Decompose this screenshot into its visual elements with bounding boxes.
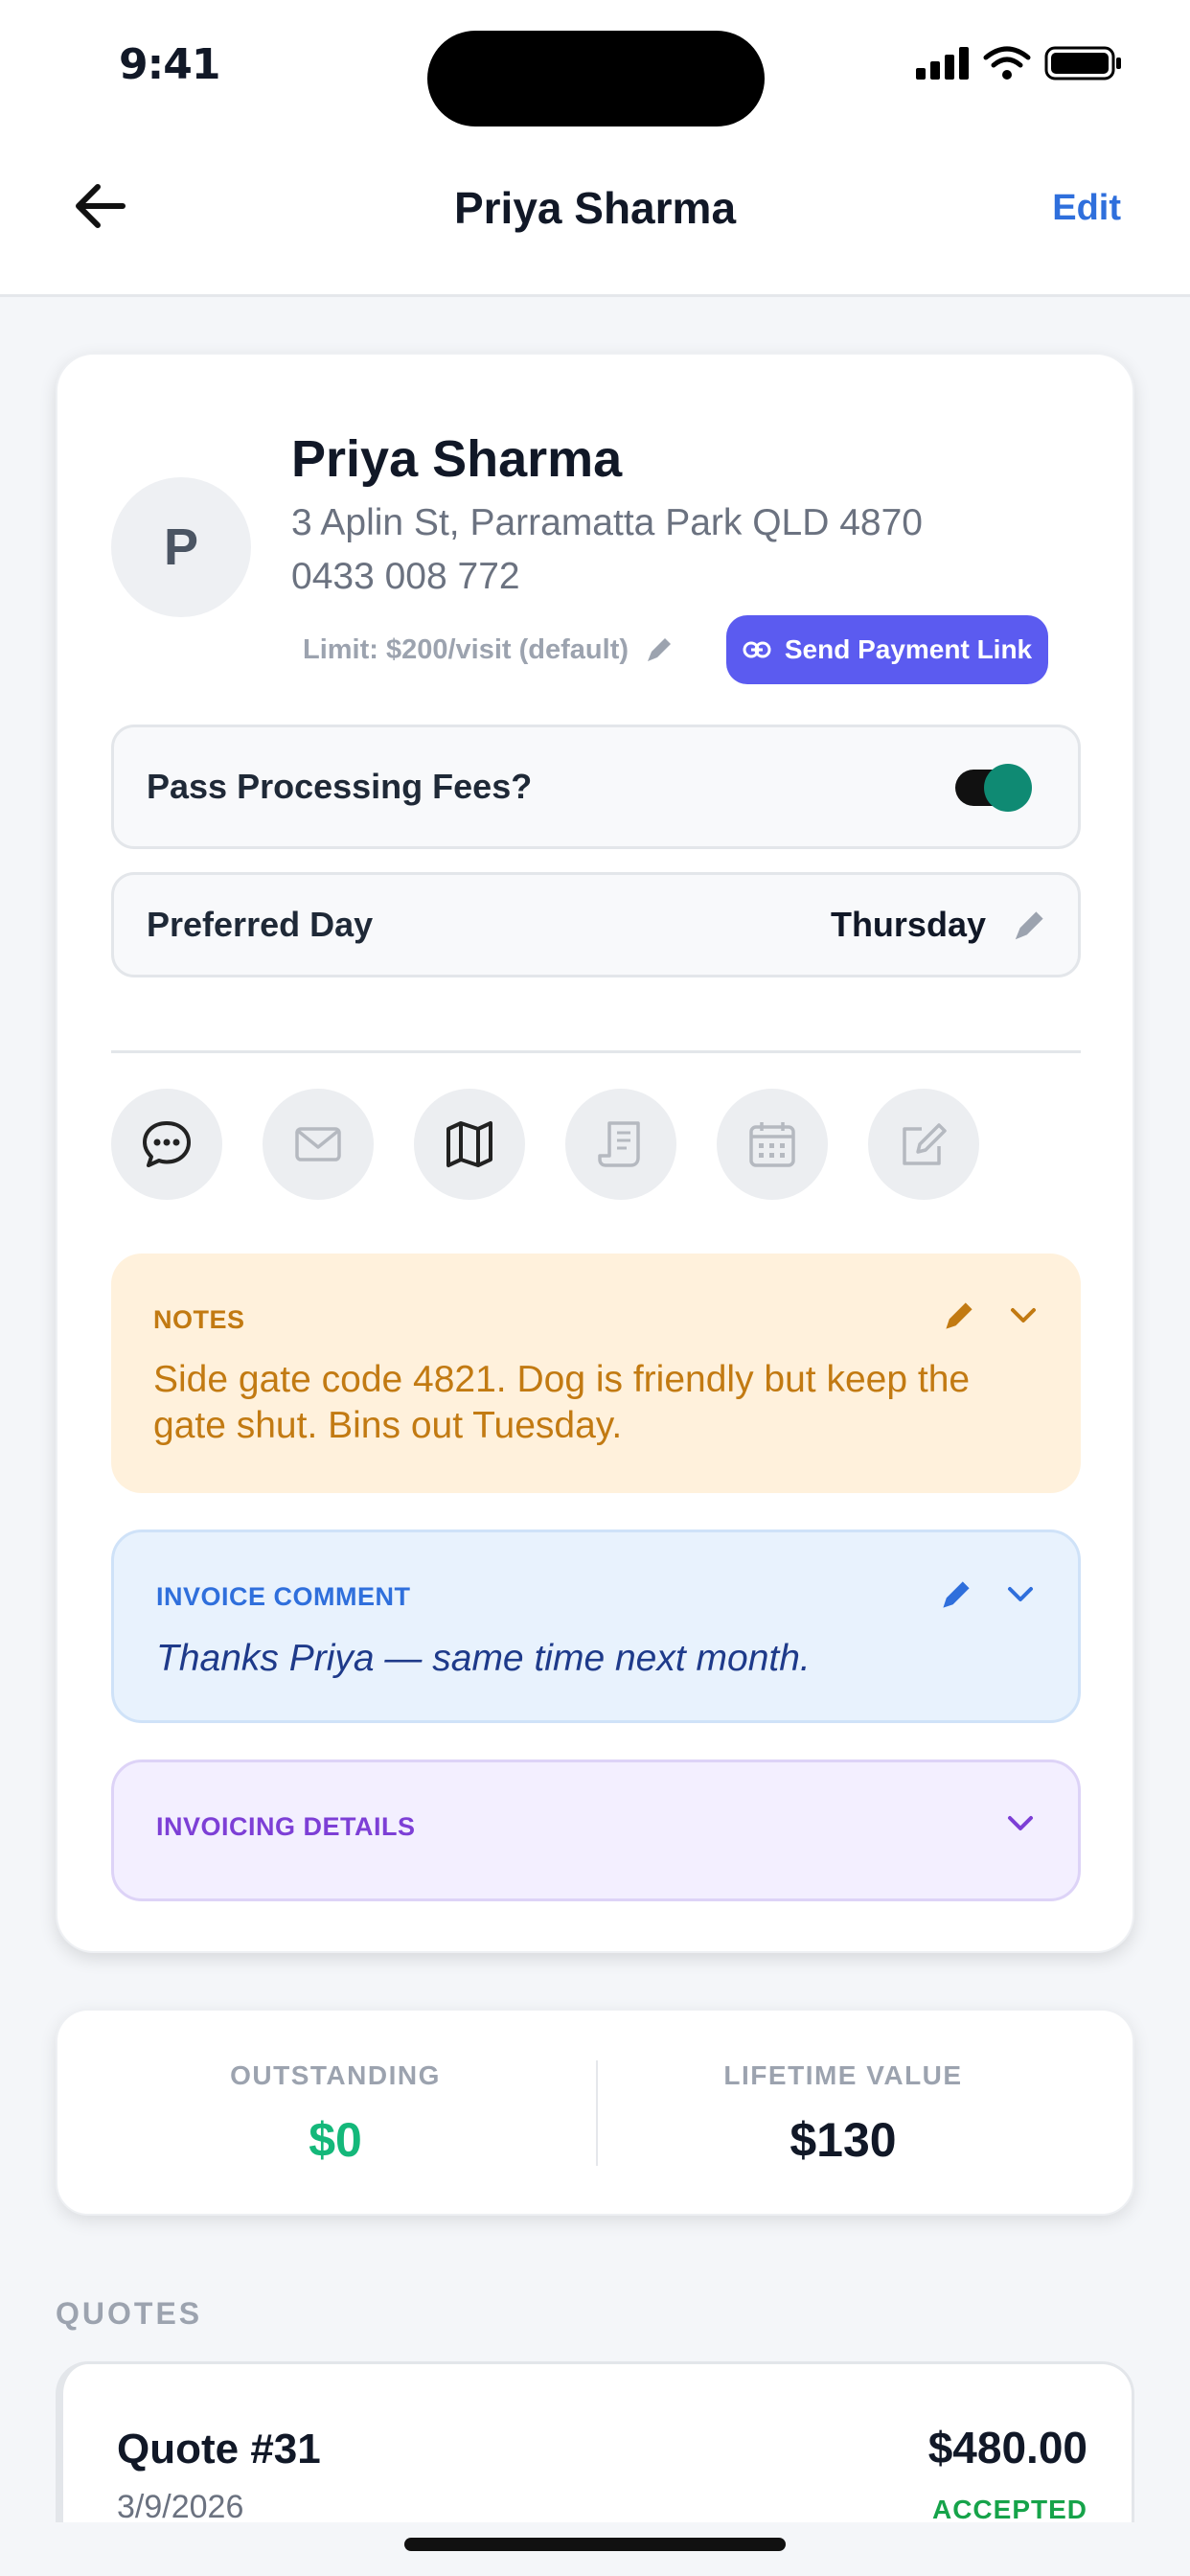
chevron-down-icon[interactable]	[1005, 1579, 1036, 1610]
preferred-day-value: Thursday	[830, 905, 986, 944]
home-indicator[interactable]	[404, 2538, 786, 2551]
email-button[interactable]	[263, 1089, 374, 1200]
send-payment-link-button[interactable]: Send Payment Link	[726, 615, 1048, 684]
status-icons	[916, 46, 1123, 80]
note-edit-icon	[903, 1123, 947, 1165]
quote-date: 3/9/2026	[117, 2489, 244, 2525]
receipt-button[interactable]	[565, 1089, 676, 1200]
pencil-icon[interactable]	[943, 1300, 975, 1332]
send-payment-link-label: Send Payment Link	[784, 634, 1033, 664]
stats-card: OUTSTANDING $0 LIFETIME VALUE $130	[56, 2009, 1134, 2216]
processing-fees-label: Pass Processing Fees?	[147, 767, 533, 806]
outstanding-value: $0	[309, 2113, 362, 2167]
toggle-knob	[984, 764, 1032, 812]
limit-setting[interactable]: Limit: $200/visit (default)	[303, 634, 673, 666]
limit-label: Limit: $200/visit (default)	[303, 634, 629, 665]
quick-actions	[111, 1089, 979, 1200]
notes-title: NOTES	[153, 1305, 245, 1334]
invoice-comment-title: INVOICE COMMENT	[156, 1582, 411, 1611]
invoicing-details-panel[interactable]: INVOICING DETAILS	[111, 1760, 1081, 1901]
invoice-comment-panel[interactable]: INVOICE COMMENT Thanks Priya — same time…	[111, 1530, 1081, 1723]
calendar-button[interactable]	[717, 1089, 828, 1200]
signal-icon	[916, 47, 969, 80]
avatar: P	[111, 477, 251, 617]
message-button[interactable]	[111, 1089, 222, 1200]
status-time: 9:41	[119, 40, 220, 89]
processing-fees-toggle[interactable]	[955, 764, 1032, 812]
notes-text: Side gate code 4821. Dog is friendly but…	[153, 1359, 971, 1446]
battery-icon	[1044, 46, 1121, 80]
wifi-icon	[983, 46, 1031, 80]
quote-status-badge: ACCEPTED	[931, 2495, 1087, 2524]
quotes-section-label: QUOTES	[56, 2296, 203, 2331]
client-name: Priya Sharma	[291, 430, 623, 488]
compose-button[interactable]	[868, 1089, 979, 1200]
lifetime-value: $130	[790, 2113, 897, 2167]
mail-icon	[295, 1127, 341, 1162]
page-title: Priya Sharma	[453, 183, 737, 233]
receipt-icon	[598, 1121, 640, 1167]
pencil-icon[interactable]	[940, 1578, 973, 1611]
pencil-icon[interactable]	[644, 636, 673, 665]
client-card: P Priya Sharma 3 Aplin St, Parramatta Pa…	[56, 353, 1134, 1953]
divider	[111, 1050, 1081, 1053]
outstanding-label: OUTSTANDING	[230, 2060, 441, 2090]
preferred-day-label: Preferred Day	[147, 905, 374, 944]
client-address: 3 Aplin St, Parramatta Park QLD 4870	[291, 502, 924, 543]
map-button[interactable]	[414, 1089, 525, 1200]
processing-fees-row: Pass Processing Fees?	[111, 724, 1081, 849]
notes-panel[interactable]: NOTES Side gate code 4821. Dog is friend…	[111, 1254, 1081, 1493]
link-icon	[743, 641, 771, 658]
lifetime-value-stat: LIFETIME VALUE $130	[594, 2011, 1092, 2168]
chevron-down-icon[interactable]	[1008, 1300, 1039, 1331]
dynamic-island	[427, 31, 765, 126]
lifetime-value-label: LIFETIME VALUE	[723, 2060, 963, 2090]
map-icon	[446, 1121, 492, 1167]
client-phone[interactable]: 0433 008 772	[291, 556, 520, 598]
quote-amount: $480.00	[927, 2423, 1087, 2472]
quote-title: Quote #31	[117, 2426, 321, 2472]
pencil-icon[interactable]	[1011, 909, 1045, 944]
chevron-down-icon[interactable]	[1005, 1808, 1036, 1839]
calendar-icon	[749, 1122, 795, 1167]
notes-controls	[943, 1300, 1039, 1332]
message-icon	[143, 1121, 191, 1167]
outstanding-stat: OUTSTANDING $0	[86, 2011, 584, 2168]
invoicing-details-title: INVOICING DETAILS	[156, 1812, 416, 1841]
invoice-comment-text: Thanks Priya — same time next month.	[156, 1638, 811, 1679]
invoice-comment-controls	[940, 1578, 1036, 1611]
top-bar: 9:41 Priya Sharma Edit	[0, 0, 1190, 297]
edit-button[interactable]: Edit	[1052, 188, 1121, 229]
preferred-day-row[interactable]: Preferred Day Thursday	[111, 872, 1081, 978]
invoicing-details-controls	[1005, 1808, 1036, 1839]
